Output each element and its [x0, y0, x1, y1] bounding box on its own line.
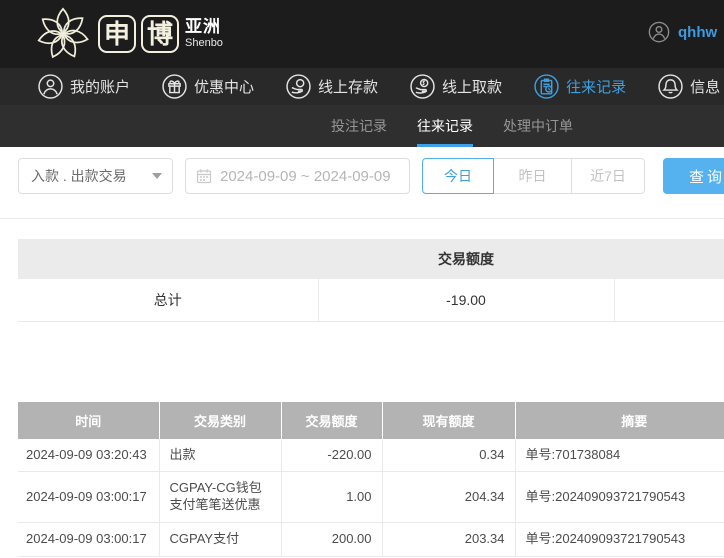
gift-icon	[162, 74, 187, 99]
col-amount: 交易额度	[281, 401, 383, 439]
user-icon	[38, 74, 63, 99]
logo-region-text: 亚洲	[185, 17, 221, 37]
cell-time: 2024-09-09 03:00:17	[18, 522, 160, 558]
nav-label: 往来记录	[566, 79, 627, 96]
deposit-icon	[286, 74, 311, 99]
yesterday-button[interactable]: 昨日	[493, 158, 572, 194]
main-nav: 我的账户 优惠中心 线上存款 线上取款 往来记录 信息	[0, 68, 724, 105]
logo-region-block: 亚洲 Shenbo	[185, 17, 223, 50]
nav-item-my-account[interactable]: 我的账户	[38, 74, 130, 99]
cell-balance: 0.34	[382, 438, 516, 473]
nav-label: 我的账户	[70, 79, 131, 96]
cell-summary: 单号:202409093721790543	[515, 471, 724, 524]
col-summary: 摘要	[515, 401, 724, 439]
cell-amount: 200.00	[281, 522, 383, 558]
nav-label: 线上取款	[442, 79, 503, 96]
search-button[interactable]: 查询	[663, 158, 724, 194]
logo-subtitle: Shenbo	[185, 36, 223, 49]
date-range-value: 2024-09-09 ~ 2024-09-09	[220, 167, 391, 185]
summary-header-row: 交易额度	[18, 239, 724, 279]
nav-item-promotions[interactable]: 优惠中心	[162, 74, 254, 99]
nav-label: 优惠中心	[194, 79, 255, 96]
summary-table: 交易额度 总计 -19.00	[18, 239, 724, 322]
transaction-type-select[interactable]: 入款 . 出款交易	[18, 158, 173, 194]
top-header: 申 博 亚洲 Shenbo qhhw	[0, 0, 724, 68]
user-avatar-icon	[648, 21, 670, 43]
table-row: 2024-09-09 03:00:17 CGPAY支付 200.00 203.3…	[18, 522, 724, 558]
summary-header-empty	[18, 239, 318, 279]
cell-amount: -220.00	[281, 438, 383, 473]
today-button[interactable]: 今日	[422, 158, 494, 194]
cell-balance: 203.34	[382, 522, 516, 558]
summary-total-row: 总计 -19.00	[18, 279, 724, 322]
summary-header-empty	[614, 239, 724, 279]
username[interactable]: qhhw	[678, 24, 717, 41]
col-type: 交易类别	[159, 401, 282, 439]
tab-bet-records[interactable]: 投注记录	[331, 105, 387, 147]
cell-time: 2024-09-09 03:20:43	[18, 438, 160, 473]
date-range-input[interactable]: 2024-09-09 ~ 2024-09-09	[185, 158, 410, 194]
cell-type: CGPAY-CG钱包支付笔笔送优惠	[159, 471, 282, 524]
nav-item-transactions[interactable]: 往来记录	[534, 74, 626, 99]
logo-character-boxes: 申 博	[98, 15, 179, 53]
nav-item-withdraw[interactable]: 线上取款	[410, 74, 502, 99]
calendar-icon	[196, 169, 212, 184]
summary-total-label: 总计	[18, 279, 319, 322]
chevron-down-icon	[152, 173, 162, 179]
transaction-type-value: 入款 . 出款交易	[31, 168, 127, 184]
site-logo[interactable]: 申 博 亚洲 Shenbo	[34, 5, 223, 63]
cell-balance: 204.34	[382, 471, 516, 524]
nav-label: 信息	[690, 79, 721, 96]
last7days-button[interactable]: 近7日	[571, 158, 645, 194]
summary-header-amount: 交易额度	[318, 239, 614, 279]
logo-box-shen: 申	[98, 15, 136, 53]
cell-summary: 单号:202409093721790543	[515, 522, 724, 558]
table-row: 2024-09-09 03:20:43 出款 -220.00 0.34 单号:7…	[18, 438, 724, 473]
cell-type: 出款	[159, 438, 282, 473]
cell-summary: 单号:701738084	[515, 438, 724, 473]
cell-amount: 1.00	[281, 471, 383, 524]
nav-item-messages[interactable]: 信息	[658, 74, 720, 99]
summary-total-amount: -19.00	[318, 279, 615, 322]
tab-transaction-records[interactable]: 往来记录	[417, 105, 473, 147]
cell-type: CGPAY支付	[159, 522, 282, 558]
nav-item-deposit[interactable]: 线上存款	[286, 74, 378, 99]
records-header-row: 时间 交易类别 交易额度 现有额度 摘要	[18, 401, 724, 439]
user-account[interactable]: qhhw	[648, 21, 717, 43]
records-icon	[534, 74, 559, 99]
quick-date-buttons: 今日 昨日 近7日	[422, 158, 645, 194]
nav-label: 线上存款	[318, 79, 379, 96]
table-row: 2024-09-09 03:00:17 CGPAY-CG钱包支付笔笔送优惠 1.…	[18, 471, 724, 524]
withdraw-icon	[410, 74, 435, 99]
record-tabs: 投注记录 往来记录 处理中订单	[0, 105, 724, 147]
records-table: 时间 交易类别 交易额度 现有额度 摘要 2024-09-09 03:20:43…	[18, 401, 724, 558]
logo-box-bo: 博	[141, 15, 179, 53]
summary-total-empty	[614, 279, 724, 322]
cell-time: 2024-09-09 03:00:17	[18, 471, 160, 524]
filter-bar: 入款 . 出款交易 2024-09-09 ~ 2024-09-09 今日 昨日 …	[0, 158, 724, 194]
section-divider	[0, 218, 724, 219]
col-time: 时间	[18, 401, 160, 439]
col-balance: 现有额度	[382, 401, 516, 439]
tab-pending-orders[interactable]: 处理中订单	[503, 105, 573, 147]
bell-icon	[658, 74, 683, 99]
flower-logo-icon	[37, 7, 89, 59]
